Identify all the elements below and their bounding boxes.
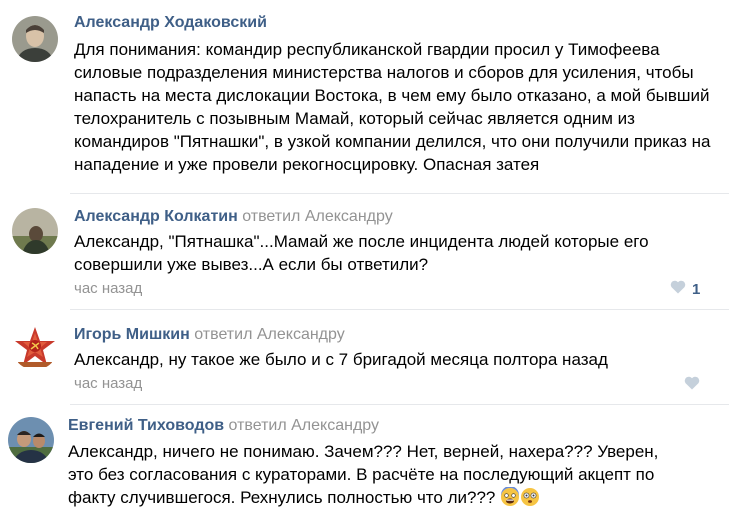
avatar[interactable] [12,208,58,254]
author-name[interactable]: Александр Ходаковский [74,14,267,32]
like-button[interactable]: 1 [670,280,700,298]
comment-3: Игорь Мишкин ответил Александру Александ… [0,310,729,402]
flushed-face-emoji [520,487,540,513]
like-count: 1 [692,280,701,298]
comment-2: Александр Колкатин ответил Александру Ал… [0,194,729,306]
timestamp[interactable]: час назад [74,280,142,297]
author-name[interactable]: Евгений Тиховодов ответил Александру [68,417,379,435]
comment-text: Александр, ничего не понимаю. Зачем??? Н… [68,440,668,513]
author-name[interactable]: Александр Колкатин ответил Александру [74,208,393,226]
avatar[interactable] [12,324,58,370]
like-button[interactable] [684,376,700,394]
comment-1: Александр Ходаковский Для понимания: ком… [0,0,729,190]
comment-text: Александр, "Пятнашка"...Мамай же после и… [74,232,649,274]
heart-icon [670,280,686,298]
reply-to-label[interactable]: ответил Александру [224,417,380,434]
scared-face-emoji [500,486,520,513]
comment-text: Александр, ну такое же было и с 7 бригад… [74,350,608,369]
author-name[interactable]: Игорь Мишкин ответил Александру [74,326,345,344]
reply-to-label[interactable]: ответил Александру [190,326,345,343]
timestamp[interactable]: час назад [74,375,142,392]
avatar[interactable] [8,417,54,463]
comment-4: Евгений Тиховодов ответил Александру Але… [0,405,729,512]
heart-icon [684,376,700,394]
avatar[interactable] [12,16,58,62]
comment-text: Для понимания: командир республиканской … [74,40,711,174]
reply-to-label[interactable]: ответил Александру [238,208,393,225]
